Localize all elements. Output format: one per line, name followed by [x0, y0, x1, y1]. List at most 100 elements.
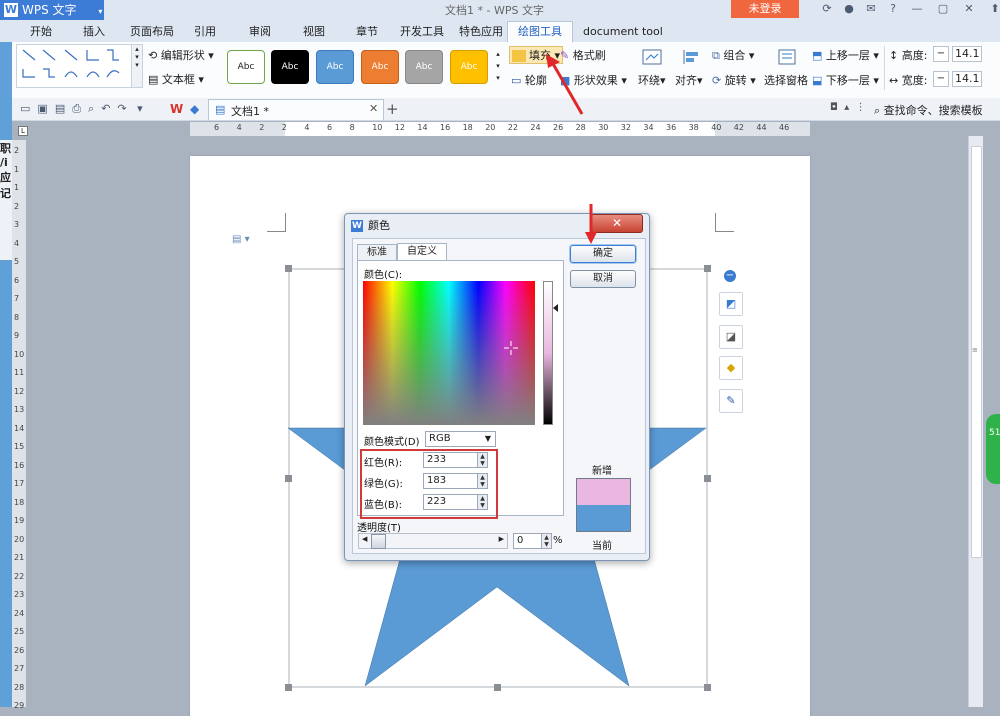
shape-style-yellow[interactable]: Abc: [450, 50, 488, 84]
qat-dropdown-icon[interactable]: ▾: [137, 102, 143, 115]
horizontal-ruler[interactable]: 6 4 2 2 4 6 8 10 12 14 16 18 20 22 24 26 28 30 32 34 36 38 40 4…: [190, 122, 810, 136]
red-spinner[interactable]: ▲ ▼: [477, 452, 488, 468]
ruler-tick-label: 6: [214, 123, 220, 132]
rotate-button[interactable]: ⟳ 旋转 ▾: [712, 72, 756, 88]
export-pdf-icon[interactable]: ▤: [55, 102, 65, 115]
tab-home[interactable]: 开始: [30, 22, 52, 42]
tab-developer[interactable]: 开发工具: [400, 22, 444, 42]
green-spinner[interactable]: ▲ ▼: [477, 473, 488, 489]
group-button[interactable]: ⧉ 组合 ▾: [712, 47, 754, 63]
tab-view[interactable]: 视图: [303, 22, 325, 42]
document-tab-label: 文档1 *: [231, 105, 269, 118]
ribbon-menu-icon[interactable]: ⋮: [856, 102, 866, 113]
tab-references[interactable]: 引用: [194, 22, 216, 42]
opacity-spinner[interactable]: ▲ ▼: [541, 533, 552, 549]
line-gallery-scroll[interactable]: ▴ ▾ ▾: [131, 44, 143, 88]
red-input[interactable]: 233: [423, 452, 478, 468]
annotation-arrow-fill: [546, 54, 584, 115]
vertical-ruler[interactable]: 2 1 1 2 3 4 5 6 7 8 9 10 11 12 13 14 15 16 17 18 19 20 21 22 23 2…: [12, 140, 26, 710]
wrap-button[interactable]: 环绕▾: [638, 72, 666, 88]
text-box-button[interactable]: ▤ 文本框 ▾: [148, 71, 204, 87]
ruler-tick-label: 2: [281, 123, 287, 132]
ruler-tick-label: 38: [688, 123, 699, 132]
blue-input[interactable]: 223: [423, 494, 478, 510]
fill-color-button[interactable]: ◆: [719, 356, 743, 380]
align-button[interactable]: 对齐▾: [675, 72, 703, 88]
tab-stop-selector[interactable]: L: [18, 126, 28, 136]
new-doc-icon[interactable]: ▭: [20, 102, 30, 115]
side-badge[interactable]: 51: [986, 414, 1000, 484]
tab-document-tool[interactable]: document tool: [583, 22, 663, 42]
wps-w-icon[interactable]: W: [170, 102, 183, 116]
minimize-ribbon-icon[interactable]: ▴: [844, 102, 849, 113]
login-button[interactable]: 未登录: [731, 0, 799, 18]
minimize-icon[interactable]: —: [910, 2, 924, 16]
luminance-pointer-icon[interactable]: [553, 304, 558, 312]
ribbon-divider: [884, 46, 885, 90]
print-icon[interactable]: ⎙: [72, 102, 81, 115]
restore-icon[interactable]: ▢: [936, 2, 950, 16]
width-icon: ↔: [889, 74, 902, 87]
refresh-icon[interactable]: ⟳: [820, 2, 834, 16]
shape-style-blue[interactable]: Abc: [316, 50, 354, 84]
shape-style-gray[interactable]: Abc: [405, 50, 443, 84]
help-icon[interactable]: ?: [886, 2, 900, 16]
document-tab[interactable]: ▤ 文档1 * ✕: [208, 99, 384, 120]
vertical-scrollbar[interactable]: ≡: [968, 136, 983, 707]
opacity-slider-thumb[interactable]: [371, 534, 386, 549]
styles-gallery-scroll[interactable]: ▴ ▾ ▾: [494, 48, 502, 84]
tab-drawing-tools[interactable]: 绘图工具: [507, 21, 573, 43]
collapse-float-icon[interactable]: −: [724, 270, 736, 282]
width-decrease-button[interactable]: −: [933, 71, 949, 87]
blue-spinner[interactable]: ▲ ▼: [477, 494, 488, 510]
width-input[interactable]: 14.1: [952, 71, 982, 87]
shape-style-white[interactable]: Abc: [227, 50, 265, 84]
command-search[interactable]: ⌕ 查找命令、搜索模板: [874, 102, 983, 118]
skin-icon[interactable]: ●: [842, 2, 856, 16]
close-tab-icon[interactable]: ✕: [369, 102, 378, 115]
ok-button[interactable]: 确定: [570, 245, 636, 263]
outline-color-button[interactable]: ✎: [719, 389, 743, 413]
pin-icon[interactable]: ◘: [830, 102, 838, 113]
color-mode-select[interactable]: RGB ▼: [425, 431, 496, 447]
luminance-slider[interactable]: [543, 281, 553, 425]
tab-special[interactable]: 特色应用: [459, 22, 503, 42]
layout-options-button[interactable]: ◩: [719, 292, 743, 316]
close-window-icon[interactable]: ✕: [962, 2, 976, 16]
edit-shape-button[interactable]: ⟲ 编辑形状 ▾: [148, 47, 214, 63]
save-icon[interactable]: ▣: [37, 102, 47, 115]
cancel-button[interactable]: 取消: [570, 270, 636, 288]
height-input[interactable]: 14.1: [952, 46, 982, 62]
upload-icon[interactable]: ⬆: [988, 2, 1000, 16]
tab-insert[interactable]: 插入: [83, 22, 105, 42]
mail-icon[interactable]: ✉: [864, 2, 878, 16]
shape-style-button[interactable]: ◪: [719, 325, 743, 349]
redo-icon[interactable]: ↷: [117, 102, 126, 115]
selection-pane-button[interactable]: 选择窗格: [764, 72, 808, 88]
tab-custom[interactable]: 自定义: [397, 243, 447, 261]
shape-style-black[interactable]: Abc: [271, 50, 309, 84]
send-backward-button[interactable]: ⬓ 下移一层 ▾: [812, 72, 879, 88]
dialog-close-button[interactable]: ✕: [591, 214, 643, 233]
line-shapes-gallery[interactable]: [16, 44, 133, 88]
tab-page-layout[interactable]: 页面布局: [130, 22, 174, 42]
dialog-title: 颜色: [368, 219, 390, 232]
shape-style-orange[interactable]: Abc: [361, 50, 399, 84]
wps-app-menu[interactable]: W WPS 文字 ▾: [0, 0, 104, 20]
tab-standard[interactable]: 标准: [357, 244, 397, 261]
tab-review[interactable]: 审阅: [249, 22, 271, 42]
opacity-input[interactable]: 0: [513, 533, 542, 549]
vertical-ruler-tick-label: 1: [14, 183, 20, 192]
undo-icon[interactable]: ↶: [101, 102, 110, 115]
cube-icon[interactable]: ◆: [190, 102, 199, 116]
vertical-ruler-tick-label: 2: [14, 201, 20, 211]
color-crosshair-icon[interactable]: [504, 341, 518, 355]
bring-forward-button[interactable]: ⬒ 上移一层 ▾: [812, 47, 879, 63]
tab-chapter[interactable]: 章节: [356, 22, 378, 42]
print-preview-icon[interactable]: ⌕: [88, 102, 94, 115]
new-tab-button[interactable]: +: [386, 100, 399, 118]
green-input[interactable]: 183: [423, 473, 478, 489]
paragraph-layout-icon[interactable]: ▤ ▾: [232, 234, 250, 245]
margin-corner-tr: [715, 213, 734, 232]
height-decrease-button[interactable]: −: [933, 46, 949, 62]
